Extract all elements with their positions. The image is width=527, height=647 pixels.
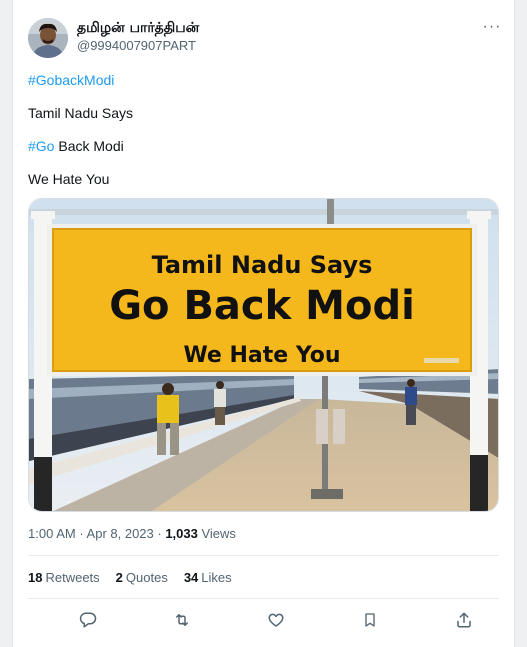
likes-count: 34 (183, 570, 199, 585)
retweet-button[interactable] (170, 608, 194, 632)
quotes-label: Quotes (125, 570, 168, 585)
tweet-image[interactable]: Tamil Nadu Says Go Back Modi We Hate You (28, 198, 499, 512)
views-label: Views (197, 526, 236, 541)
page: தமிழன் பார்த்திபன் @9994007907PART ··· #… (0, 0, 527, 647)
divider (28, 598, 499, 599)
share-icon (457, 612, 471, 628)
retweets-count: 18 (28, 570, 43, 585)
views-count: 1,033 (165, 526, 198, 541)
tweet-line-4: We Hate You (28, 171, 110, 187)
retweet-icon (176, 614, 188, 626)
bookmark-button[interactable] (358, 608, 382, 632)
likes-stat[interactable]: 34 Likes (184, 570, 232, 586)
user-handle[interactable]: @9994007907PART (77, 37, 199, 54)
share-button[interactable] (452, 608, 476, 632)
reply-icon (79, 612, 97, 628)
display-name[interactable]: தமிழன் பார்த்திபன் (77, 19, 199, 37)
bookmark-icon (365, 613, 375, 627)
meta-separator: · (153, 526, 166, 541)
tweet-header: தமிழன் பார்த்திபன் @9994007907PART ··· (28, 18, 503, 58)
sign-line-1: Tamil Nadu Says (152, 251, 373, 279)
avatar[interactable] (28, 18, 68, 58)
divider (28, 555, 499, 556)
sign-line-2: Go Back Modi (109, 283, 415, 329)
sign-line-3: We Hate You (183, 343, 340, 368)
tweet-card: தமிழன் பார்த்திபன் @9994007907PART ··· #… (12, 0, 515, 647)
author-names: தமிழன் பார்த்திபன் @9994007907PART (77, 19, 199, 54)
hashtag-gobackmodi[interactable]: #GobackModi (28, 72, 114, 88)
retweets-label: Retweets (45, 570, 100, 585)
meta-separator: · (75, 526, 87, 541)
tweet-meta: 1:00 AM · Apr 8, 2023 · 1,033 Views (28, 526, 236, 542)
tweet-date[interactable]: Apr 8, 2023 (87, 526, 154, 541)
tweet-line-2: Tamil Nadu Says (28, 105, 134, 121)
hashtag-go[interactable]: #Go (28, 138, 54, 154)
retweets-stat[interactable]: 18 Retweets (28, 570, 100, 586)
like-button[interactable] (264, 608, 288, 632)
tweet-actions (28, 608, 499, 632)
quotes-stat[interactable]: 2 Quotes (116, 570, 168, 586)
tweet-line-3-text: Back Modi (54, 138, 124, 154)
more-options-icon[interactable]: ··· (481, 19, 503, 38)
like-icon (268, 613, 284, 627)
tweet-time[interactable]: 1:00 AM (28, 526, 76, 541)
tweet-line-1: #GobackModi (28, 71, 114, 89)
quotes-count: 2 (115, 570, 123, 585)
tweet-stats: 18 Retweets 2 Quotes 34 Likes (28, 570, 232, 586)
reply-button[interactable] (76, 608, 100, 632)
tweet-line-3: #Go Back Modi (28, 137, 124, 155)
likes-label: Likes (201, 570, 232, 585)
